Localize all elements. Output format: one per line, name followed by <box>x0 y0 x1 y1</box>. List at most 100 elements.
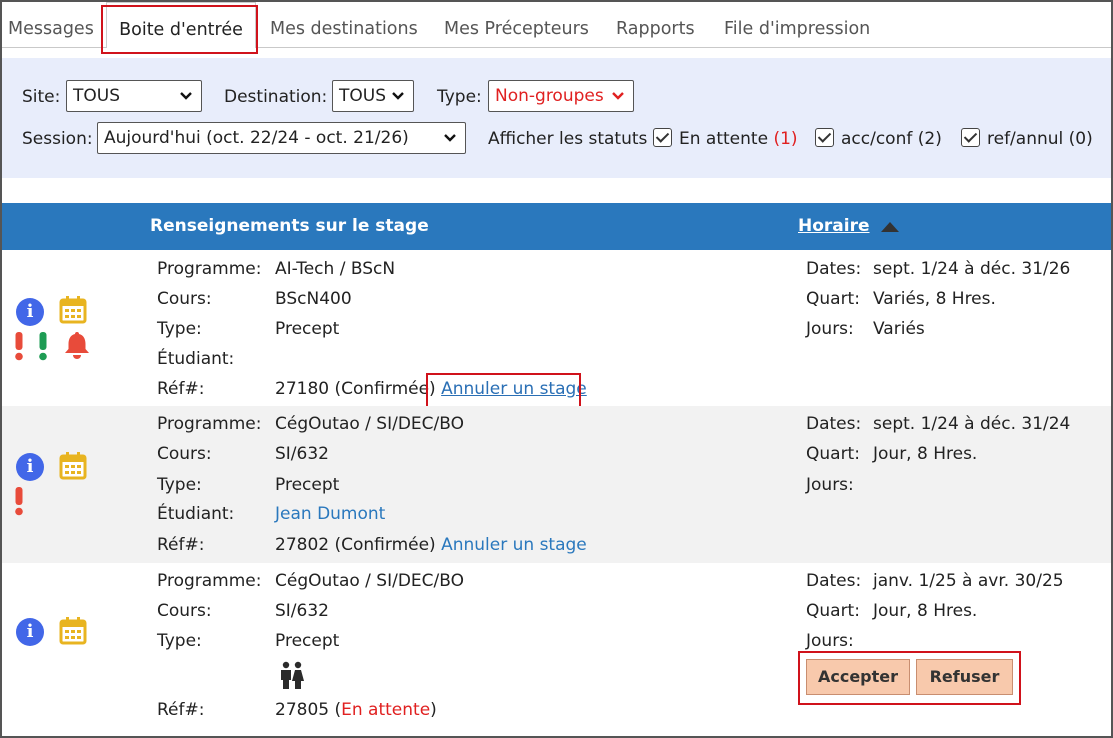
sort-up-icon[interactable] <box>881 222 899 232</box>
dates-label: Dates: <box>806 414 862 434</box>
tab-mes-precepteurs[interactable]: Mes Précepteurs <box>444 2 589 47</box>
destination-select[interactable]: TOUS <box>332 80 414 112</box>
programme-value: CégOutao / SI/DEC/BO <box>275 414 465 434</box>
table-header: Renseignements sur le stage Horaire <box>2 203 1111 250</box>
info-icon[interactable]: i <box>16 618 44 646</box>
annuler-stage-link[interactable]: Annuler un stage <box>441 535 587 555</box>
session-label: Session: <box>22 129 93 149</box>
table-row: i Programme: CégOutao / SI/DEC/BO Cours:… <box>2 406 1111 563</box>
ref-status: (Confirmée) <box>334 379 436 399</box>
type-value: Precept <box>275 475 340 495</box>
info-icon[interactable]: i <box>16 453 44 481</box>
status-en-attente-label: En attente <box>679 129 769 149</box>
type-label: Type: <box>157 631 202 651</box>
ref-value: 27805 (En attente) <box>275 700 437 720</box>
cours-label: Cours: <box>157 444 212 464</box>
tab-file-impression[interactable]: File d'impression <box>724 2 870 47</box>
annuler-stage-link[interactable]: Annuler un stage <box>441 379 587 399</box>
etudiant-label: Étudiant: <box>157 504 235 524</box>
calendar-icon[interactable] <box>58 451 88 481</box>
bell-icon <box>65 332 89 359</box>
cours-value: SI/632 <box>275 601 329 621</box>
status-acc-conf-label: acc/conf <box>841 129 913 149</box>
statuts-label: Afficher les statuts <box>488 129 648 149</box>
site-select-value: TOUS <box>73 86 120 106</box>
dates-label: Dates: <box>806 571 862 591</box>
site-select[interactable]: TOUS <box>66 80 202 112</box>
status-ref-annul-label: ref/annul <box>987 129 1064 149</box>
chevron-down-icon <box>391 81 405 122</box>
ref-status-pending: En attente <box>341 700 431 720</box>
filter-panel: Site: TOUS Destination: TOUS Type: Non-g… <box>2 58 1111 178</box>
etudiant-label: Étudiant: <box>157 349 235 369</box>
ref-status: (Confirmée) <box>334 535 436 555</box>
status-en-attente: En attente (1) <box>679 129 798 149</box>
exclamation-icon <box>15 332 23 361</box>
cours-label: Cours: <box>157 289 212 309</box>
type-label: Type: <box>437 87 482 107</box>
jours-label: Jours: <box>806 475 854 495</box>
quart-label: Quart: <box>806 444 860 464</box>
ref-number: 27802 <box>275 535 330 555</box>
checkbox-acc-conf[interactable] <box>815 128 834 147</box>
quart-label: Quart: <box>806 601 860 621</box>
session-select[interactable]: Aujourd'hui (oct. 22/24 - oct. 21/26) <box>97 122 466 154</box>
destination-select-value: TOUS <box>339 86 386 106</box>
programme-label: Programme: <box>157 414 262 434</box>
exclamation-icon <box>15 487 23 516</box>
ref-label: Réf#: <box>157 379 205 399</box>
site-label: Site: <box>22 87 61 107</box>
calendar-icon[interactable] <box>58 295 88 325</box>
status-acc-conf-count: (2) <box>917 129 942 149</box>
chevron-down-icon <box>611 81 625 122</box>
programme-value: AI-Tech / BScN <box>275 259 396 279</box>
refuse-button[interactable]: Refuser <box>916 659 1013 695</box>
status-ref-annul: ref/annul (0) <box>987 129 1093 149</box>
jours-label: Jours: <box>806 319 854 339</box>
type-select[interactable]: Non-groupes <box>488 80 634 112</box>
tab-bar: Messages Boite d'entrée Mes destinations… <box>2 2 1111 48</box>
ref-value: 27802 (Confirmée) Annuler un stage <box>275 535 587 555</box>
tab-rapports[interactable]: Rapports <box>616 2 695 47</box>
ref-status-paren: ) <box>430 700 437 720</box>
status-en-attente-count: (1) <box>773 129 798 149</box>
tab-boite-entree[interactable]: Boite d'entrée <box>106 2 256 48</box>
calendar-icon[interactable] <box>58 616 88 646</box>
tab-messages[interactable]: Messages <box>8 2 94 47</box>
col-header-info: Renseignements sur le stage <box>150 216 429 236</box>
table-row: i Programme: CégOutao / SI/DEC/BO Cours:… <box>2 563 1111 736</box>
col-header-horaire[interactable]: Horaire <box>798 203 870 250</box>
quart-value: Jour, 8 Hres. <box>873 601 978 621</box>
dates-value: sept. 1/24 à déc. 31/24 <box>873 414 1071 434</box>
status-acc-conf: acc/conf (2) <box>841 129 942 149</box>
ref-number: 27805 <box>275 700 330 720</box>
quart-value: Variés, 8 Hres. <box>873 289 996 309</box>
etudiant-link[interactable]: Jean Dumont <box>275 504 385 524</box>
accept-button[interactable]: Accepter <box>806 659 910 695</box>
type-label: Type: <box>157 319 202 339</box>
cours-value: SI/632 <box>275 444 329 464</box>
jours-label: Jours: <box>806 631 854 651</box>
programme-label: Programme: <box>157 259 262 279</box>
checkbox-ref-annul[interactable] <box>961 128 980 147</box>
destination-label: Destination: <box>224 87 328 107</box>
type-value: Precept <box>275 631 340 651</box>
chevron-down-icon <box>443 123 457 164</box>
dates-label: Dates: <box>806 259 862 279</box>
ref-number: 27180 <box>275 379 330 399</box>
tab-mes-destinations[interactable]: Mes destinations <box>270 2 418 47</box>
checkbox-en-attente[interactable] <box>653 128 672 147</box>
ref-label: Réf#: <box>157 700 205 720</box>
status-ref-annul-count: (0) <box>1068 129 1093 149</box>
dates-value: sept. 1/24 à déc. 31/26 <box>873 259 1071 279</box>
type-value: Precept <box>275 319 340 339</box>
chevron-down-icon <box>179 81 193 122</box>
ref-value: 27180 (Confirmée) Annuler un stage <box>275 379 587 399</box>
dates-value: janv. 1/25 à avr. 30/25 <box>873 571 1064 591</box>
cours-value: BScN400 <box>275 289 352 309</box>
table-row: i Programme: AI-Tech / BScN Cours: BScN4… <box>2 250 1111 406</box>
type-label: Type: <box>157 475 202 495</box>
quart-value: Jour, 8 Hres. <box>873 444 978 464</box>
info-icon[interactable]: i <box>16 298 44 326</box>
exclamation-icon <box>39 332 47 361</box>
